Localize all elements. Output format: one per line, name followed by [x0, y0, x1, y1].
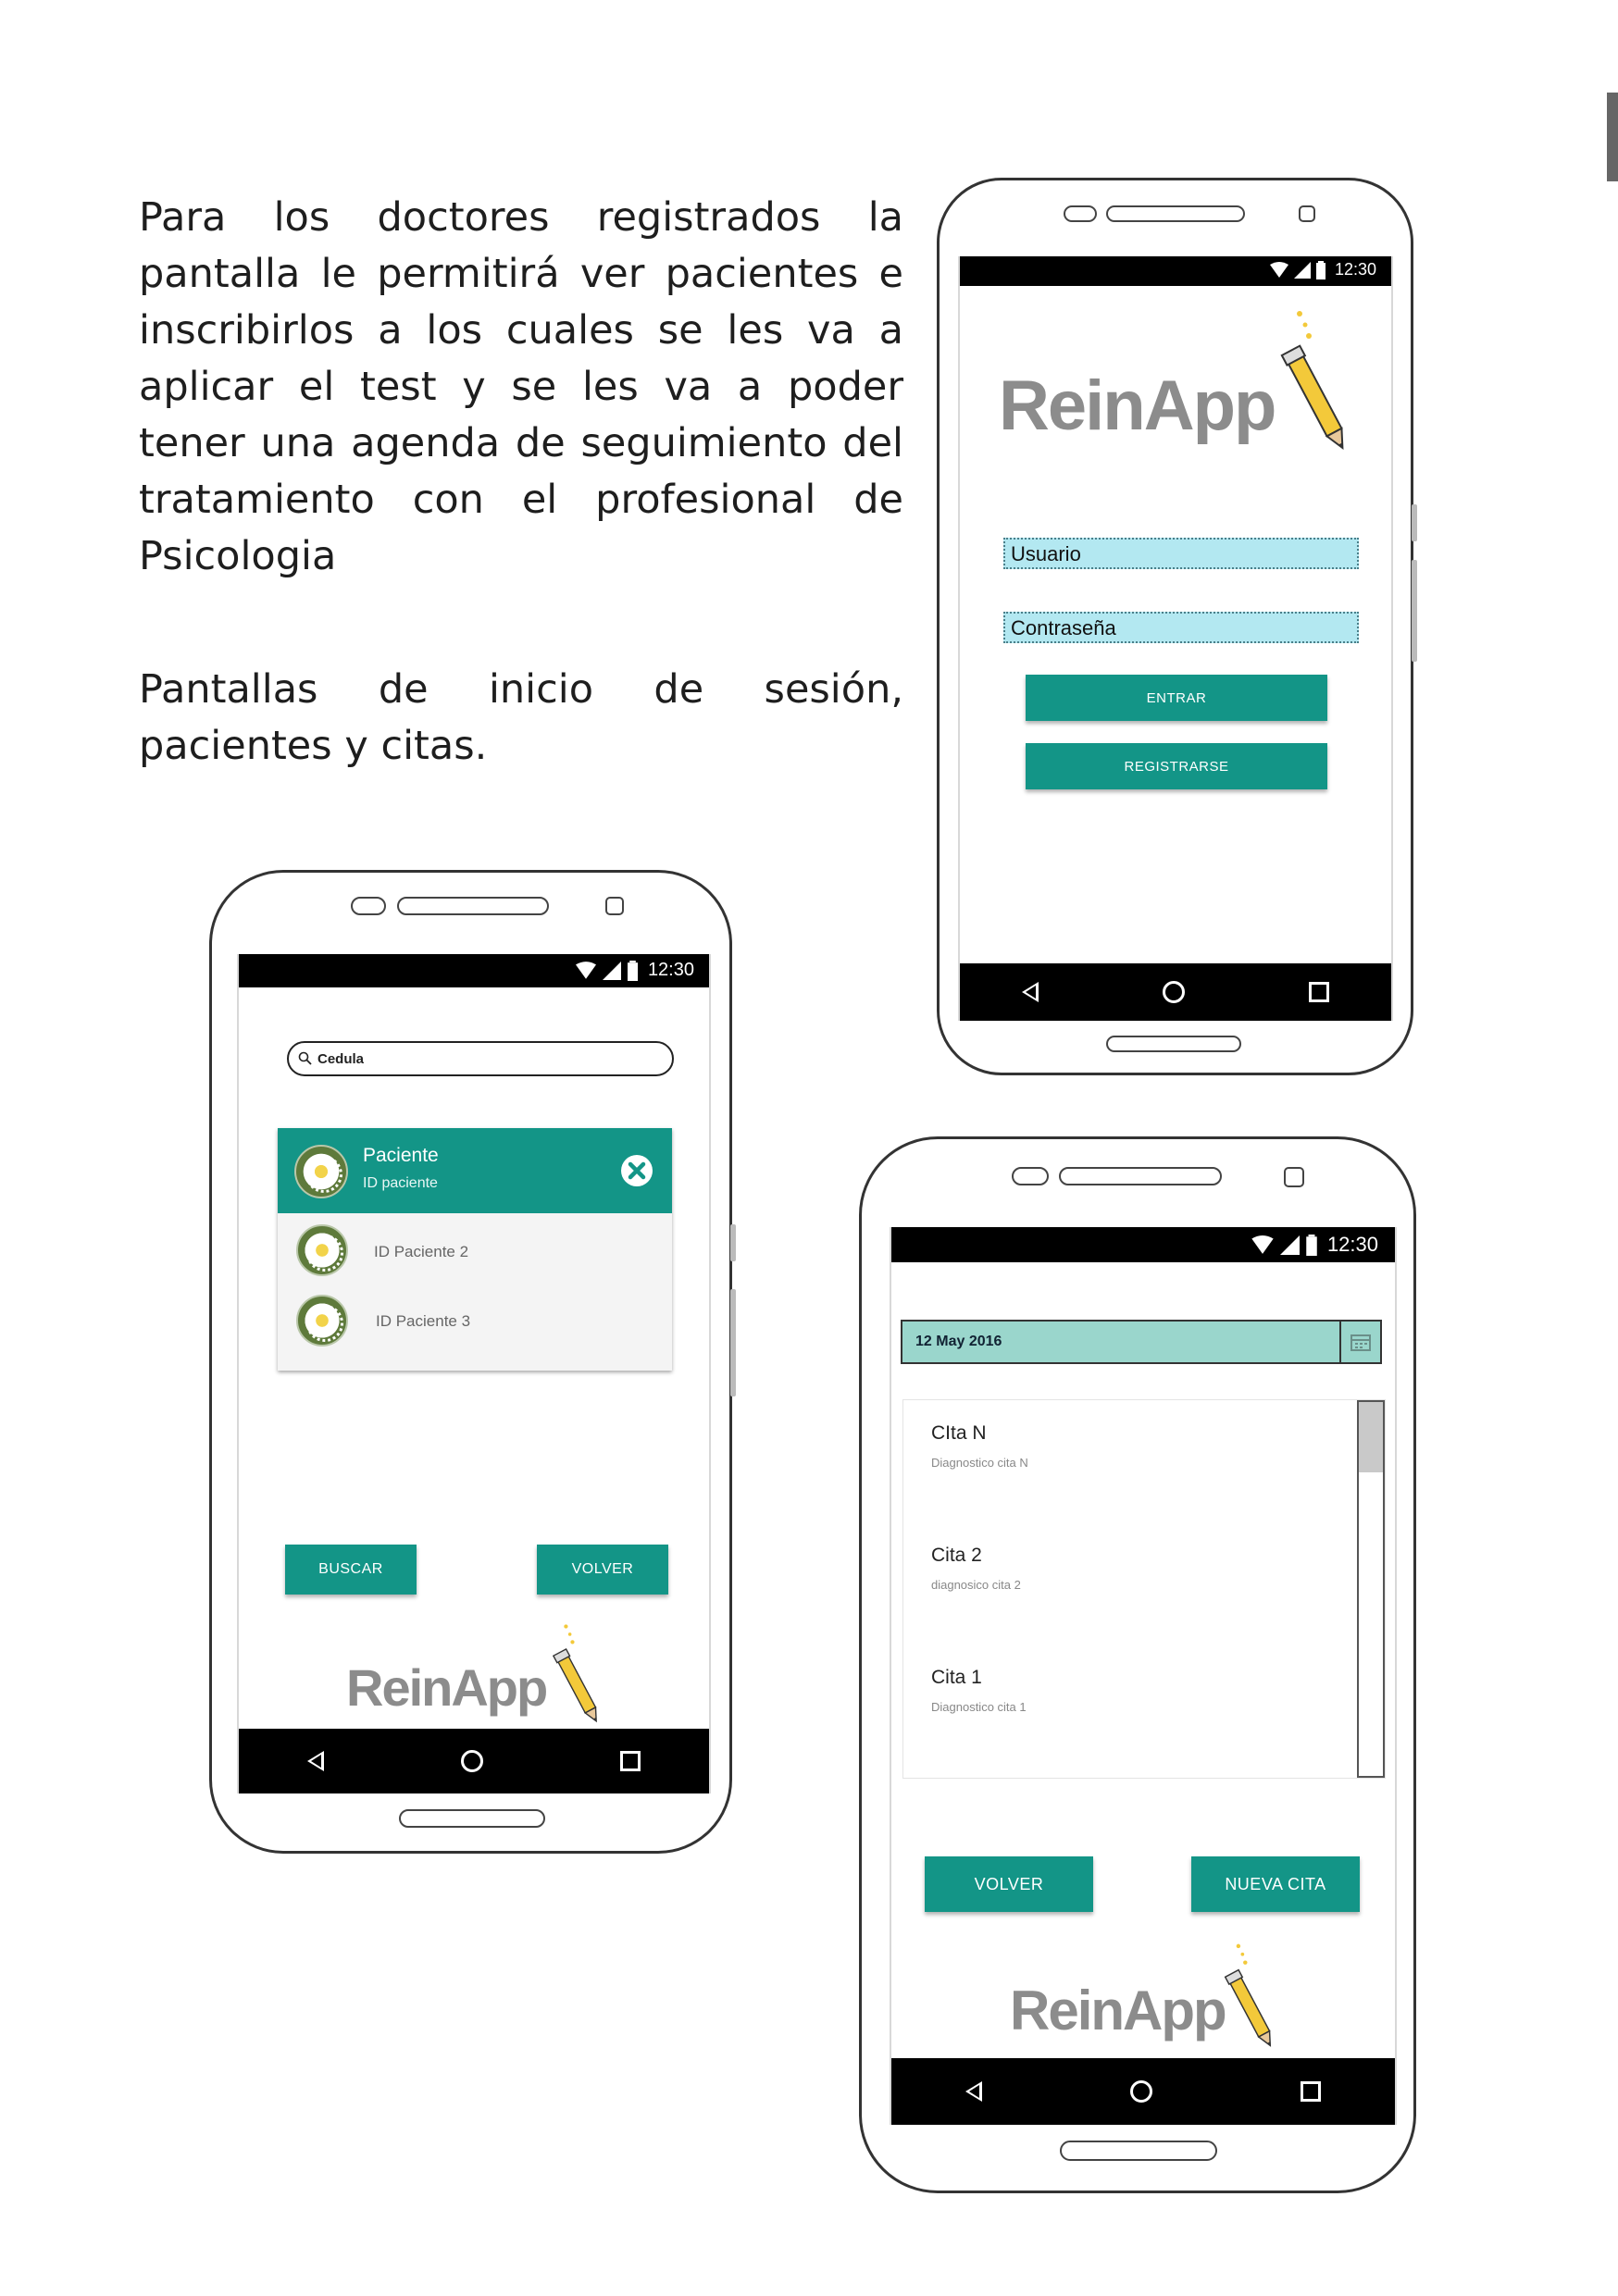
new-appointment-button[interactable]: NUEVA CITA: [1191, 1856, 1360, 1912]
home-nav-icon[interactable]: [461, 1750, 483, 1772]
phone-sensor: [351, 897, 386, 915]
phone-camera: [1284, 1167, 1304, 1187]
logo-text: ReinApp: [1010, 1980, 1227, 2042]
selected-patient-row[interactable]: Paciente ID paciente: [278, 1128, 672, 1213]
patient-id: ID Paciente 2: [374, 1243, 469, 1260]
phone-side-button: [730, 1289, 736, 1396]
home-nav-icon[interactable]: [1130, 2080, 1152, 2103]
status-bar: 12:30: [239, 954, 709, 987]
status-time: 12:30: [1326, 1233, 1378, 1256]
scrollbar-thumb[interactable]: [1359, 1402, 1383, 1472]
register-button[interactable]: REGISTRARSE: [1026, 743, 1327, 789]
status-bar: 12:30: [960, 256, 1391, 286]
appointment-diagnosis: diagnosico cita 2: [931, 1578, 1021, 1592]
patients-phone: 12:30 Cedula Paciente ID paciente ID Pac…: [209, 870, 736, 1854]
appointment-diagnosis: Diagnostico cita 1: [931, 1700, 1027, 1714]
phone-side-button: [1412, 504, 1417, 541]
battery-icon: [1306, 1234, 1317, 1256]
search-input[interactable]: Cedula: [287, 1041, 674, 1076]
status-time: 12:30: [647, 960, 694, 980]
list-item[interactable]: ID Paciente 2: [278, 1213, 672, 1284]
phone-speaker: [1106, 205, 1245, 222]
phone-camera: [1299, 205, 1315, 222]
list-item[interactable]: ID Paciente 3: [278, 1284, 672, 1354]
appointment-title: CIta N: [931, 1422, 987, 1444]
signal-icon: [602, 961, 621, 980]
back-button[interactable]: VOLVER: [537, 1545, 668, 1595]
pencil-icon: [552, 1624, 597, 1723]
recent-apps-icon[interactable]: [1309, 982, 1329, 1002]
pencil-icon: [1224, 1943, 1272, 2047]
signal-icon: [1279, 1235, 1300, 1255]
nav-bar: [891, 2058, 1395, 2125]
login-screen: 12:30 ReinApp Usuario Contraseña ENTRAR …: [958, 256, 1393, 1021]
appointments-list: CIta N Diagnostico cita N Cita 2 diagnos…: [902, 1399, 1386, 1779]
calendar-button[interactable]: [1339, 1320, 1382, 1364]
patients-screen: 12:30 Cedula Paciente ID paciente ID Pac…: [237, 954, 711, 1793]
status-time: 12:30: [1334, 260, 1376, 279]
phone-sensor: [1012, 1167, 1049, 1185]
appointments-phone: 12:30 12 May 2016 CIta N Diagnostico cit…: [859, 1136, 1416, 2193]
password-field[interactable]: Contraseña: [1003, 612, 1359, 643]
nav-bar: [239, 1729, 709, 1793]
patient-id: ID paciente: [363, 1175, 438, 1191]
patient-list: Paciente ID paciente ID Paciente 2 ID Pa…: [278, 1128, 672, 1371]
phone-side-button: [1412, 560, 1417, 662]
back-nav-icon[interactable]: [965, 2081, 982, 2102]
list-item[interactable]: Cita 1 Diagnostico cita 1: [903, 1644, 1357, 1765]
phone-speaker: [1059, 1167, 1222, 1185]
logo-text: ReinApp: [999, 366, 1276, 445]
recent-apps-icon[interactable]: [620, 1751, 641, 1771]
list-item[interactable]: CIta N Diagnostico cita N: [903, 1400, 1357, 1520]
wifi-icon: [1269, 261, 1288, 278]
phone-bottom-speaker: [1060, 2141, 1217, 2161]
back-nav-icon[interactable]: [307, 1751, 324, 1771]
appointment-title: Cita 2: [931, 1545, 982, 1566]
phone-side-button: [730, 1224, 736, 1261]
list-scrollbar[interactable]: [1357, 1400, 1385, 1778]
enter-button[interactable]: ENTRAR: [1026, 675, 1327, 721]
reinapp-logo: ReinApp: [342, 1619, 620, 1730]
nav-bar: [960, 963, 1391, 1021]
screens-caption: Pantallas de inicio de sesión, pacientes…: [139, 666, 903, 769]
calendar-icon: [1350, 1334, 1371, 1351]
back-nav-icon[interactable]: [1022, 982, 1039, 1002]
search-icon: [298, 1051, 312, 1065]
description-paragraph: Para los doctores registrados la pantall…: [139, 194, 903, 579]
reinapp-logo: ReinApp: [992, 303, 1381, 460]
phone-sensor: [1064, 205, 1097, 222]
battery-icon: [627, 960, 638, 981]
username-field[interactable]: Usuario: [1003, 538, 1359, 569]
logo-text: ReinApp: [346, 1658, 548, 1717]
wifi-icon: [575, 961, 596, 979]
patient-avatar: [296, 1224, 348, 1276]
patient-name: Paciente: [363, 1145, 439, 1166]
pencil-icon: [1280, 311, 1344, 450]
home-nav-icon[interactable]: [1163, 981, 1185, 1003]
phone-bottom-speaker: [1106, 1036, 1241, 1052]
page-edge-tab: [1607, 93, 1618, 181]
appointment-title: Cita 1: [931, 1667, 982, 1688]
reinapp-logo: ReinApp: [1006, 1938, 1302, 2054]
search-button[interactable]: BUSCAR: [285, 1545, 417, 1595]
patient-avatar: [294, 1145, 348, 1198]
patient-avatar: [296, 1295, 348, 1347]
appointment-diagnosis: Diagnostico cita N: [931, 1456, 1028, 1470]
back-button[interactable]: VOLVER: [925, 1856, 1093, 1912]
battery-icon: [1315, 260, 1326, 279]
status-bar: 12:30: [891, 1227, 1395, 1262]
phone-camera: [605, 897, 624, 915]
wifi-icon: [1251, 1235, 1274, 1254]
close-icon[interactable]: [620, 1154, 653, 1187]
date-field[interactable]: 12 May 2016: [901, 1320, 1341, 1364]
list-item[interactable]: Cita 2 diagnosico cita 2: [903, 1522, 1357, 1643]
phone-speaker: [397, 897, 549, 915]
appointments-screen: 12:30 12 May 2016 CIta N Diagnostico cit…: [890, 1227, 1397, 2125]
search-placeholder: Cedula: [317, 1050, 365, 1067]
recent-apps-icon[interactable]: [1301, 2081, 1321, 2102]
login-phone: 12:30 ReinApp Usuario Contraseña ENTRAR …: [937, 178, 1417, 1075]
signal-icon: [1293, 261, 1311, 279]
patient-id: ID Paciente 3: [376, 1312, 471, 1330]
phone-bottom-speaker: [399, 1809, 545, 1828]
